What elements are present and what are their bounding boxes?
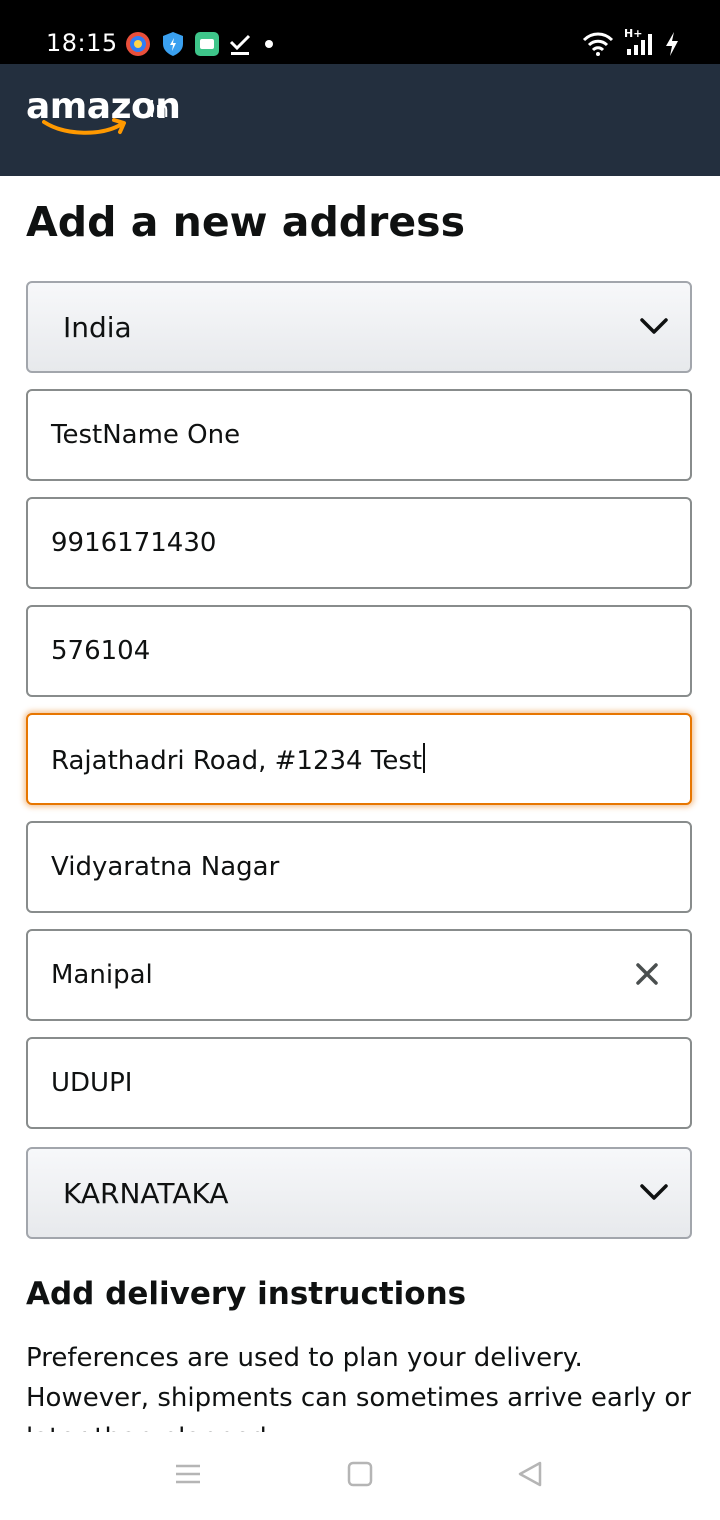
- state-value: KARNATAKA: [63, 1176, 229, 1210]
- country-select[interactable]: India: [26, 281, 692, 373]
- browser-app-icon: [126, 32, 150, 56]
- chevron-down-icon: [640, 318, 668, 334]
- back-triangle-icon[interactable]: [516, 1460, 544, 1488]
- home-square-icon[interactable]: [346, 1460, 374, 1488]
- menu-icon[interactable]: [174, 1460, 202, 1488]
- country-value: India: [63, 310, 132, 344]
- message-app-icon: [195, 32, 219, 56]
- shield-app-icon: [163, 32, 183, 56]
- address-line1-input[interactable]: Rajathadri Road, #1234 Test: [26, 713, 692, 805]
- full-name-value: TestName One: [51, 420, 241, 450]
- status-system-icons: H+: [582, 27, 680, 58]
- landmark-input[interactable]: Manipal: [26, 929, 692, 1021]
- address-line1-text: Rajathadri Road, #1234 Test: [51, 745, 423, 776]
- state-select[interactable]: KARNATAKA: [26, 1147, 692, 1239]
- city-input[interactable]: UDUPI: [26, 1037, 692, 1129]
- mobile-number-input[interactable]: 9916171430: [26, 497, 692, 589]
- signal-icon: H+: [624, 27, 654, 57]
- address-line1-value: Rajathadri Road, #1234 Test: [28, 742, 426, 776]
- landmark-value: Manipal: [51, 960, 153, 990]
- status-notification-icons: [124, 30, 278, 58]
- text-cursor: [423, 742, 426, 773]
- pincode-value: 576104: [51, 636, 151, 666]
- charging-bolt-icon: [666, 32, 678, 56]
- chevron-down-icon: [640, 1184, 668, 1200]
- status-bar: 18:15 H+: [0, 0, 720, 64]
- delivery-instructions-heading: Add delivery instructions: [26, 1276, 467, 1312]
- full-name-input[interactable]: TestName One: [26, 389, 692, 481]
- pincode-input[interactable]: 576104: [26, 605, 692, 697]
- wifi-icon: [582, 32, 614, 56]
- system-nav-bar: [0, 1432, 720, 1520]
- status-time: 18:15: [46, 29, 118, 57]
- check-download-icon: [229, 34, 251, 55]
- address-line2-input[interactable]: Vidyaratna Nagar: [26, 821, 692, 913]
- address-line2-value: Vidyaratna Nagar: [51, 852, 280, 882]
- clear-icon[interactable]: [634, 961, 660, 987]
- city-value: UDUPI: [51, 1068, 133, 1098]
- amazon-logo[interactable]: amazon .in: [26, 86, 226, 146]
- dot-icon: [265, 40, 273, 48]
- page-title: Add a new address: [26, 198, 465, 246]
- mobile-number-value: 9916171430: [51, 528, 217, 558]
- logo-suffix: .in: [142, 98, 170, 123]
- app-header: amazon .in: [0, 64, 720, 176]
- delivery-instructions-text: Preferences are used to plan your delive…: [26, 1343, 691, 1432]
- amazon-smile-icon: [42, 118, 126, 135]
